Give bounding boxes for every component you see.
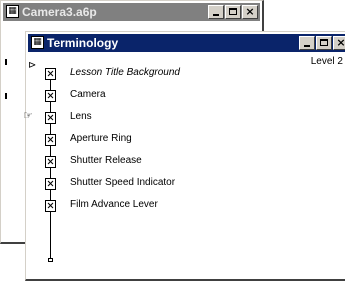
flowline-item[interactable]: Shutter Speed Indicator <box>30 176 230 194</box>
display-icon[interactable] <box>45 200 56 212</box>
minimize-icon <box>213 14 219 16</box>
close-button[interactable]: × <box>333 36 345 50</box>
maximize-button[interactable] <box>225 5 241 19</box>
maximize-button[interactable] <box>316 36 332 50</box>
display-icon[interactable] <box>45 68 56 80</box>
display-icon[interactable] <box>45 156 56 168</box>
flowline-end-marker <box>48 258 53 262</box>
minimize-icon <box>304 45 310 47</box>
item-label[interactable]: Shutter Release <box>70 155 142 166</box>
flowline-item[interactable]: ⊳ Lesson Title Background <box>28 60 230 84</box>
app-icon: ▦ <box>31 36 44 49</box>
item-label[interactable]: Aperture Ring <box>70 133 132 144</box>
terminology-window-titlebar[interactable]: ▦ Terminology × <box>28 34 345 52</box>
minimize-button[interactable] <box>299 36 315 50</box>
close-icon: × <box>336 36 345 49</box>
item-label[interactable]: Shutter Speed Indicator <box>70 177 175 188</box>
paste-hand-icon: ☞ <box>23 109 33 122</box>
flowline-fragment <box>5 59 7 65</box>
flowline-item[interactable]: ☞ Lens <box>23 109 230 128</box>
item-label[interactable]: Film Advance Lever <box>70 199 158 210</box>
display-icon[interactable] <box>45 112 56 124</box>
item-label[interactable]: Camera <box>70 89 106 100</box>
display-icon[interactable] <box>45 90 56 102</box>
flowline-item[interactable]: Aperture Ring <box>30 132 230 150</box>
level-indicator: Level 2 <box>310 56 343 67</box>
flowline-item[interactable]: Camera <box>30 88 230 106</box>
start-flag-icon: ⊳ <box>28 60 37 71</box>
maximize-icon <box>320 39 328 46</box>
item-label[interactable]: Lens <box>70 111 92 122</box>
minimize-button[interactable] <box>208 5 224 19</box>
display-icon[interactable] <box>45 134 56 146</box>
close-icon: × <box>245 5 255 18</box>
flowline-item[interactable]: Film Advance Lever <box>30 198 230 216</box>
app-icon: ▦ <box>6 5 19 18</box>
terminology-window-title: Terminology <box>47 36 119 50</box>
background-window-title: Camera3.a6p <box>22 5 97 19</box>
terminology-window[interactable]: ▦ Terminology × Level 2 ⊳ Lesson Title B… <box>23 31 345 281</box>
flowline-fragment <box>5 93 7 99</box>
item-label[interactable]: Lesson Title Background <box>70 67 180 78</box>
close-button[interactable]: × <box>242 5 258 19</box>
display-icon[interactable] <box>45 178 56 190</box>
background-window-titlebar[interactable]: ▦ Camera3.a6p × <box>3 3 260 21</box>
maximize-icon <box>229 8 237 15</box>
flowline-item[interactable]: Shutter Release <box>30 154 230 172</box>
